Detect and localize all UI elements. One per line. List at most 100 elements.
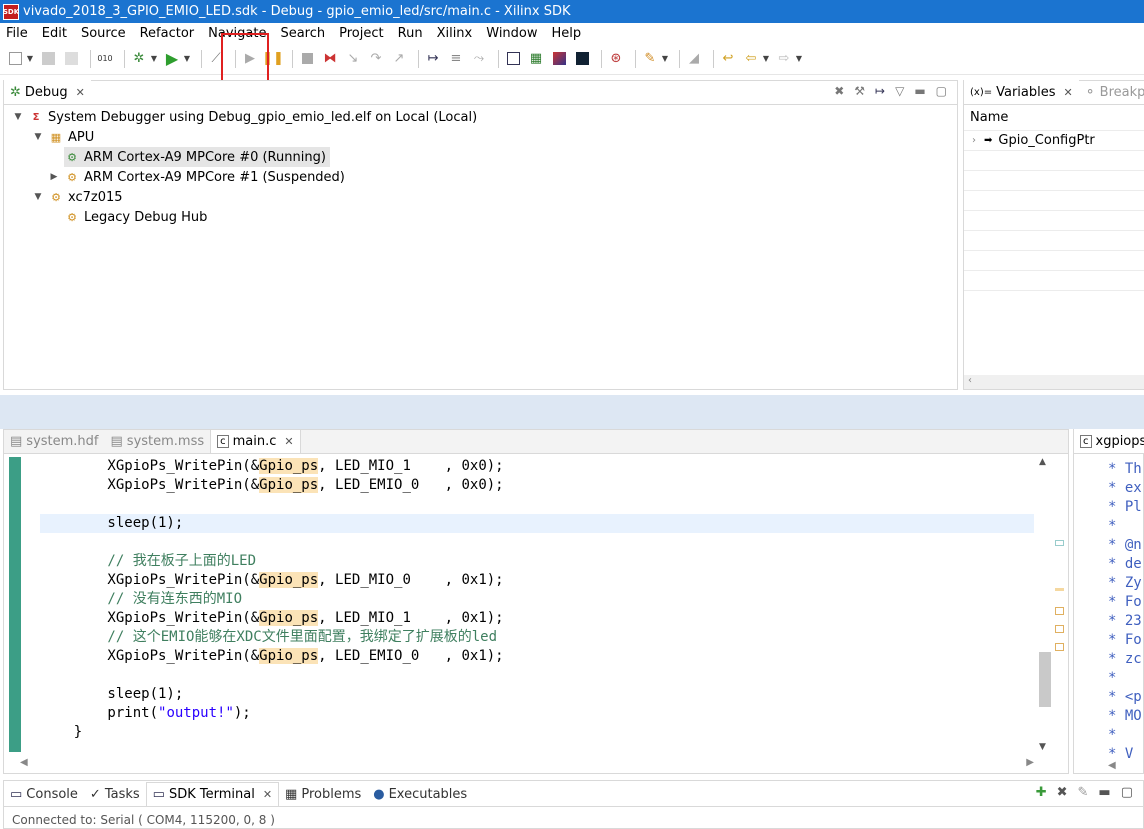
- annotation-icon[interactable]: ◢: [685, 50, 703, 68]
- toolbar-separator: [418, 49, 419, 68]
- expand-chevron-icon[interactable]: ▼: [32, 192, 44, 202]
- variable-row[interactable]: › ➡ Gpio_ConfigPtr: [964, 131, 1144, 151]
- back-icon[interactable]: ⇦: [742, 50, 760, 68]
- tree-root-label: System Debugger using Debug_gpio_emio_le…: [48, 109, 478, 125]
- tree-item-core0[interactable]: ⚙ ARM Cortex-A9 MPCore #0 (Running): [64, 147, 330, 167]
- step-over-icon[interactable]: ↷: [367, 50, 385, 68]
- menu-search[interactable]: Search: [280, 26, 325, 41]
- minimize-icon[interactable]: ▬: [914, 84, 925, 98]
- remove-all-terminated-icon[interactable]: ✖: [834, 84, 844, 98]
- horizontal-scrollbar[interactable]: ◀: [1108, 760, 1116, 771]
- tab-debug[interactable]: ✲ Debug ✕: [4, 80, 91, 104]
- menu-help[interactable]: Help: [552, 26, 582, 41]
- tab-xgpiops[interactable]: c xgpiops: [1074, 429, 1144, 453]
- overview-marker[interactable]: [1055, 625, 1064, 633]
- scrollbar-thumb[interactable]: [1039, 652, 1051, 707]
- tree-item-legacy-hub[interactable]: ⚙ Legacy Debug Hub: [64, 207, 207, 227]
- code-text: );: [233, 705, 251, 721]
- tab-tasks[interactable]: ✓ Tasks: [84, 782, 146, 806]
- launch-dropdown-icon[interactable]: ▼: [661, 50, 669, 68]
- back-dropdown-icon[interactable]: ▼: [762, 50, 770, 68]
- new-icon[interactable]: [6, 50, 24, 68]
- occurrence-highlight: Gpio_ps: [259, 477, 319, 493]
- clear-icon[interactable]: ✎: [1078, 785, 1089, 800]
- tab-executables[interactable]: ● Executables: [367, 782, 473, 806]
- code-area[interactable]: XGpioPs_WritePin(&Gpio_ps, LED_MIO_1 , 0…: [40, 457, 1034, 753]
- menu-run[interactable]: Run: [398, 26, 423, 41]
- menu-project[interactable]: Project: [339, 26, 383, 41]
- hardware-icon[interactable]: ▦: [527, 50, 545, 68]
- use-step-filters-icon[interactable]: ⤳: [470, 50, 488, 68]
- expand-chevron-icon[interactable]: ▼: [32, 132, 44, 142]
- terminal-icon[interactable]: [504, 50, 522, 68]
- run-icon[interactable]: ▶: [163, 49, 181, 68]
- new-dropdown-icon[interactable]: ▼: [26, 50, 34, 68]
- close-icon[interactable]: ✕: [284, 435, 293, 448]
- tab-problems[interactable]: ▦ Problems: [279, 782, 367, 806]
- horizontal-scrollbar[interactable]: ◀ ▶: [20, 757, 1034, 771]
- maximize-icon[interactable]: ▢: [1121, 785, 1133, 800]
- scroll-right-icon[interactable]: ▶: [1026, 757, 1034, 771]
- tab-console[interactable]: ▭ Console: [4, 782, 84, 806]
- tab-system-hdf[interactable]: ▤ system.hdf: [4, 429, 105, 453]
- disconnect-icon[interactable]: ⧓: [321, 50, 339, 68]
- step-return-icon[interactable]: ↗: [390, 50, 408, 68]
- debug-dropdown-icon[interactable]: ▼: [150, 50, 158, 68]
- minimize-icon[interactable]: ▬: [1098, 785, 1110, 800]
- instruction-stepping-icon[interactable]: ↦: [875, 84, 885, 98]
- view-menu-icon[interactable]: ▽: [895, 84, 904, 98]
- launch-icon[interactable]: ✎: [641, 50, 659, 68]
- debug-icon[interactable]: ✲: [130, 50, 148, 68]
- close-icon[interactable]: ✕: [76, 86, 85, 99]
- overview-marker[interactable]: [1055, 540, 1064, 546]
- save-icon[interactable]: [39, 50, 57, 68]
- menu-file[interactable]: File: [6, 26, 28, 41]
- scroll-down-icon[interactable]: ▼: [1039, 742, 1046, 752]
- tree-item-core1[interactable]: ▶ ⚙ ARM Cortex-A9 MPCore #1 (Suspended): [48, 167, 345, 187]
- instruction-step-icon[interactable]: ↦: [424, 50, 442, 68]
- tab-variables[interactable]: (x)= Variables ✕: [964, 80, 1079, 104]
- overview-marker[interactable]: [1055, 607, 1064, 615]
- menu-refactor[interactable]: Refactor: [140, 26, 195, 41]
- menu-window[interactable]: Window: [486, 26, 537, 41]
- scroll-left-icon[interactable]: ◀: [20, 757, 28, 771]
- tab-breakpoints[interactable]: ⚬ Breakpoi: [1079, 80, 1144, 104]
- last-edit-icon[interactable]: ↩: [719, 50, 737, 68]
- tree-item-system-debugger[interactable]: ▼ Σ System Debugger using Debug_gpio_emi…: [12, 107, 478, 127]
- close-icon[interactable]: ✕: [263, 788, 272, 801]
- forward-dropdown-icon[interactable]: ▼: [795, 50, 803, 68]
- tree-item-apu[interactable]: ▼ ▦ APU: [32, 127, 95, 147]
- disconnect-terminal-icon[interactable]: ✖: [1057, 785, 1068, 800]
- expand-chevron-icon[interactable]: ▼: [12, 112, 24, 122]
- menu-source[interactable]: Source: [81, 26, 126, 41]
- collapse-chevron-icon[interactable]: ▶: [48, 172, 60, 182]
- maximize-icon[interactable]: ▢: [936, 84, 947, 98]
- forward-icon[interactable]: ⇨: [775, 50, 793, 68]
- binary-icon[interactable]: 010: [96, 50, 114, 68]
- tab-sdk-terminal[interactable]: ▭ SDK Terminal ✕: [145, 782, 280, 806]
- save-all-icon[interactable]: [62, 50, 80, 68]
- target-connection-icon[interactable]: ⊛: [607, 50, 625, 68]
- vertical-scrollbar[interactable]: ▲ ▼: [1036, 457, 1052, 752]
- tree-item-xc7z015[interactable]: ▼ ⚙ xc7z015: [32, 187, 123, 207]
- menu-xilinx[interactable]: Xilinx: [437, 26, 473, 41]
- overview-marker[interactable]: [1055, 588, 1064, 591]
- run-dropdown-icon[interactable]: ▼: [183, 50, 191, 68]
- xsct-console-icon[interactable]: [573, 50, 591, 68]
- horizontal-scrollbar[interactable]: ‹: [964, 375, 1144, 389]
- collapse-icon[interactable]: ⚒: [854, 84, 865, 98]
- add-terminal-icon[interactable]: ✚: [1036, 785, 1047, 800]
- tab-main-c[interactable]: c main.c ✕: [210, 429, 301, 453]
- scroll-up-icon[interactable]: ▲: [1039, 457, 1046, 467]
- toolbar-separator: [124, 49, 125, 68]
- drop-to-frame-icon[interactable]: ≡: [447, 50, 465, 68]
- menu-edit[interactable]: Edit: [42, 26, 67, 41]
- tab-system-mss[interactable]: ▤ system.mss: [105, 429, 211, 453]
- close-icon[interactable]: ✕: [1064, 86, 1073, 99]
- doc-comment-line: * @n: [1108, 537, 1142, 553]
- terminate-icon[interactable]: [298, 50, 316, 68]
- expand-chevron-icon[interactable]: ›: [972, 135, 976, 146]
- overview-marker[interactable]: [1055, 643, 1064, 651]
- program-fpga-icon[interactable]: [550, 50, 568, 68]
- step-into-icon[interactable]: ↘: [344, 50, 362, 68]
